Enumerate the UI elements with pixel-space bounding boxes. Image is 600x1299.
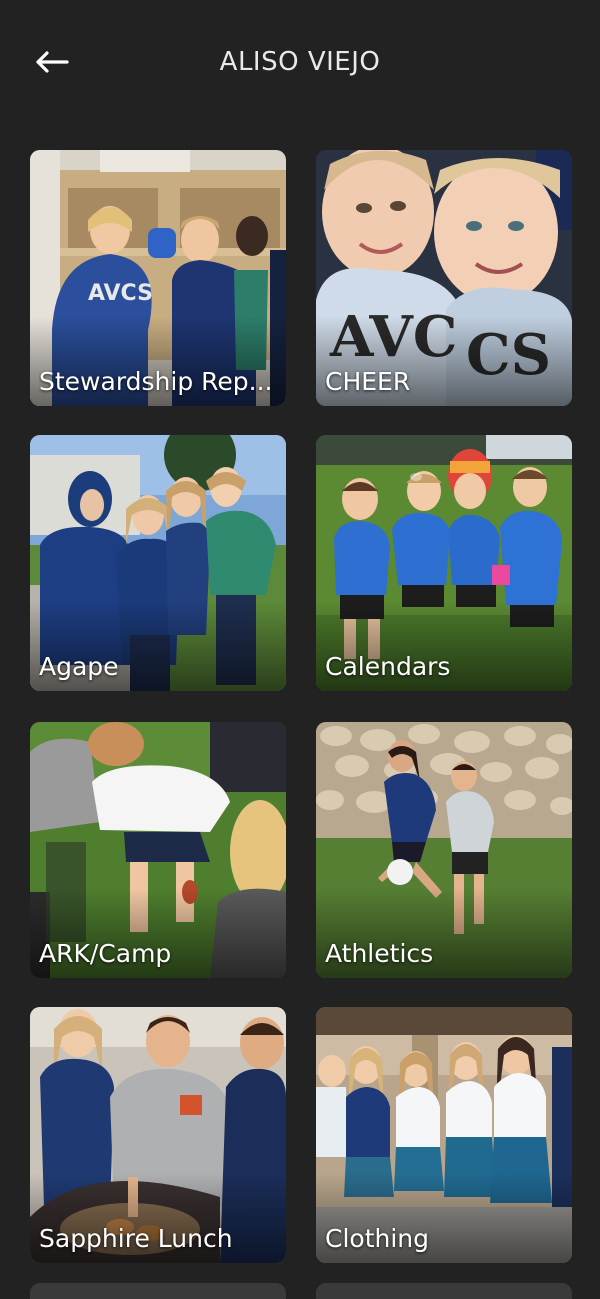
tile-agape[interactable]: Agape (30, 435, 286, 691)
next-row-peek (316, 1283, 572, 1299)
tile-label: Stewardship Rep... (39, 367, 273, 396)
tile-label: ARK/Camp (39, 939, 172, 968)
tile-clothing[interactable]: Clothing (316, 1007, 572, 1263)
tile-ark-camp[interactable]: ARK/Camp (30, 722, 286, 978)
top-bar: ALISO VIEJO (0, 0, 600, 124)
tile-label: Clothing (325, 1224, 430, 1253)
next-row-peek (30, 1283, 286, 1299)
tile-calendars[interactable]: Calendars (316, 435, 572, 691)
tile-label: Agape (39, 652, 119, 681)
svg-text:AVCS: AVCS (88, 281, 153, 306)
tile-stewardship[interactable]: AVCS Stewardship Rep... (30, 150, 286, 406)
tile-label: CHEER (325, 367, 411, 396)
tile-label: Sapphire Lunch (39, 1224, 233, 1253)
tile-label: Calendars (325, 652, 451, 681)
tile-athletics[interactable]: Athletics (316, 722, 572, 978)
tile-sapphire-lunch[interactable]: Sapphire Lunch (30, 1007, 286, 1263)
tile-label: Athletics (325, 939, 434, 968)
tile-cheer[interactable]: AVC CS CHEER (316, 150, 572, 406)
page-title: ALISO VIEJO (219, 47, 381, 77)
